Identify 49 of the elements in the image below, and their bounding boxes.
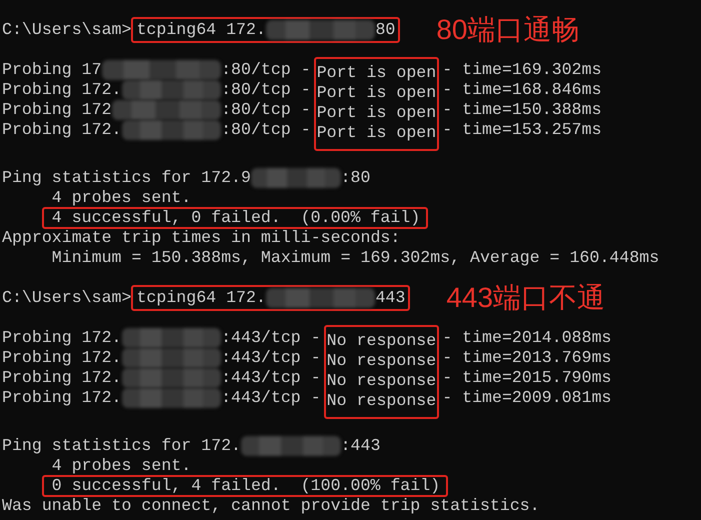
- probe-target: :80/tcp -: [221, 120, 311, 140]
- command-prompt: C:\Users\sam>: [2, 288, 132, 308]
- probe-status: Port is open: [316, 83, 436, 103]
- summary-line: Was unable to connect, cannot provide trip statistics.: [2, 496, 540, 516]
- annotation-label: 80端口通畅: [436, 13, 580, 47]
- probe-time: - time=169.302ms: [442, 60, 602, 80]
- probe-time: - time=153.257ms: [442, 120, 602, 140]
- probe-status: No response: [326, 391, 436, 411]
- probe-time: - time=150.388ms: [442, 100, 602, 120]
- probe-status: No response: [326, 371, 436, 391]
- statistics-header: Ping statistics for 172.9: [2, 168, 251, 188]
- summary-line: Approximate trip times in milli-seconds:: [2, 228, 400, 248]
- probe-line-start: Probing 172.: [2, 120, 122, 140]
- highlighted-command: tcping64 172. 80: [131, 17, 400, 43]
- statistics-target: :443: [340, 436, 380, 456]
- probe-line-start: Probing 172: [2, 100, 112, 120]
- probe-target: :443/tcp -: [221, 348, 321, 368]
- probe-time: - time=2014.088ms: [442, 328, 612, 348]
- probe-target: :443/tcp -: [221, 328, 321, 348]
- probe-target: :80/tcp -: [221, 100, 311, 120]
- probe-status: No response: [326, 351, 436, 371]
- summary-line: Minimum = 150.388ms, Maximum = 169.302ms, Average = 160.448ms: [50, 248, 660, 268]
- probe-target: :80/tcp -: [221, 80, 311, 100]
- probe-time: - time=168.846ms: [442, 80, 602, 100]
- probe-time: - time=2015.790ms: [442, 368, 612, 388]
- probe-target: :443/tcp -: [221, 368, 321, 388]
- probe-target: :80/tcp -: [221, 60, 311, 80]
- probe-time: - time=2013.769ms: [442, 348, 612, 368]
- highlighted-result: 0 successful, 4 failed. (100.00% fail): [42, 475, 448, 497]
- probe-status: Port is open: [316, 63, 436, 83]
- probe-time: - time=2009.081ms: [442, 388, 612, 408]
- probes-sent-text: 4 probes sent.: [52, 456, 192, 476]
- probe-status: No response: [326, 331, 436, 351]
- probe-status: Port is open: [316, 103, 436, 123]
- probe-target: :443/tcp -: [221, 388, 321, 408]
- probes-sent-text: 4 probes sent.: [52, 188, 192, 208]
- annotation-label: 443端口不通: [446, 281, 606, 315]
- highlighted-result: 4 successful, 0 failed. (0.00% fail): [42, 207, 428, 229]
- probe-status: Port is open: [316, 123, 436, 143]
- probe-line-start: Probing 172.: [2, 328, 122, 348]
- statistics-target: :80: [340, 168, 370, 188]
- probe-line-start: Probing 172.: [2, 368, 122, 388]
- statistics-header: Ping statistics for 172.: [2, 436, 241, 456]
- probe-line-start: Probing 172.: [2, 80, 122, 100]
- command-prompt: C:\Users\sam>: [2, 20, 132, 40]
- probe-line-start: Probing 172.: [2, 388, 122, 408]
- probe-line-start: Probing 172.: [2, 348, 122, 368]
- probe-line-start: Probing 17: [2, 60, 102, 80]
- highlighted-command: tcping64 172. 443: [131, 285, 410, 311]
